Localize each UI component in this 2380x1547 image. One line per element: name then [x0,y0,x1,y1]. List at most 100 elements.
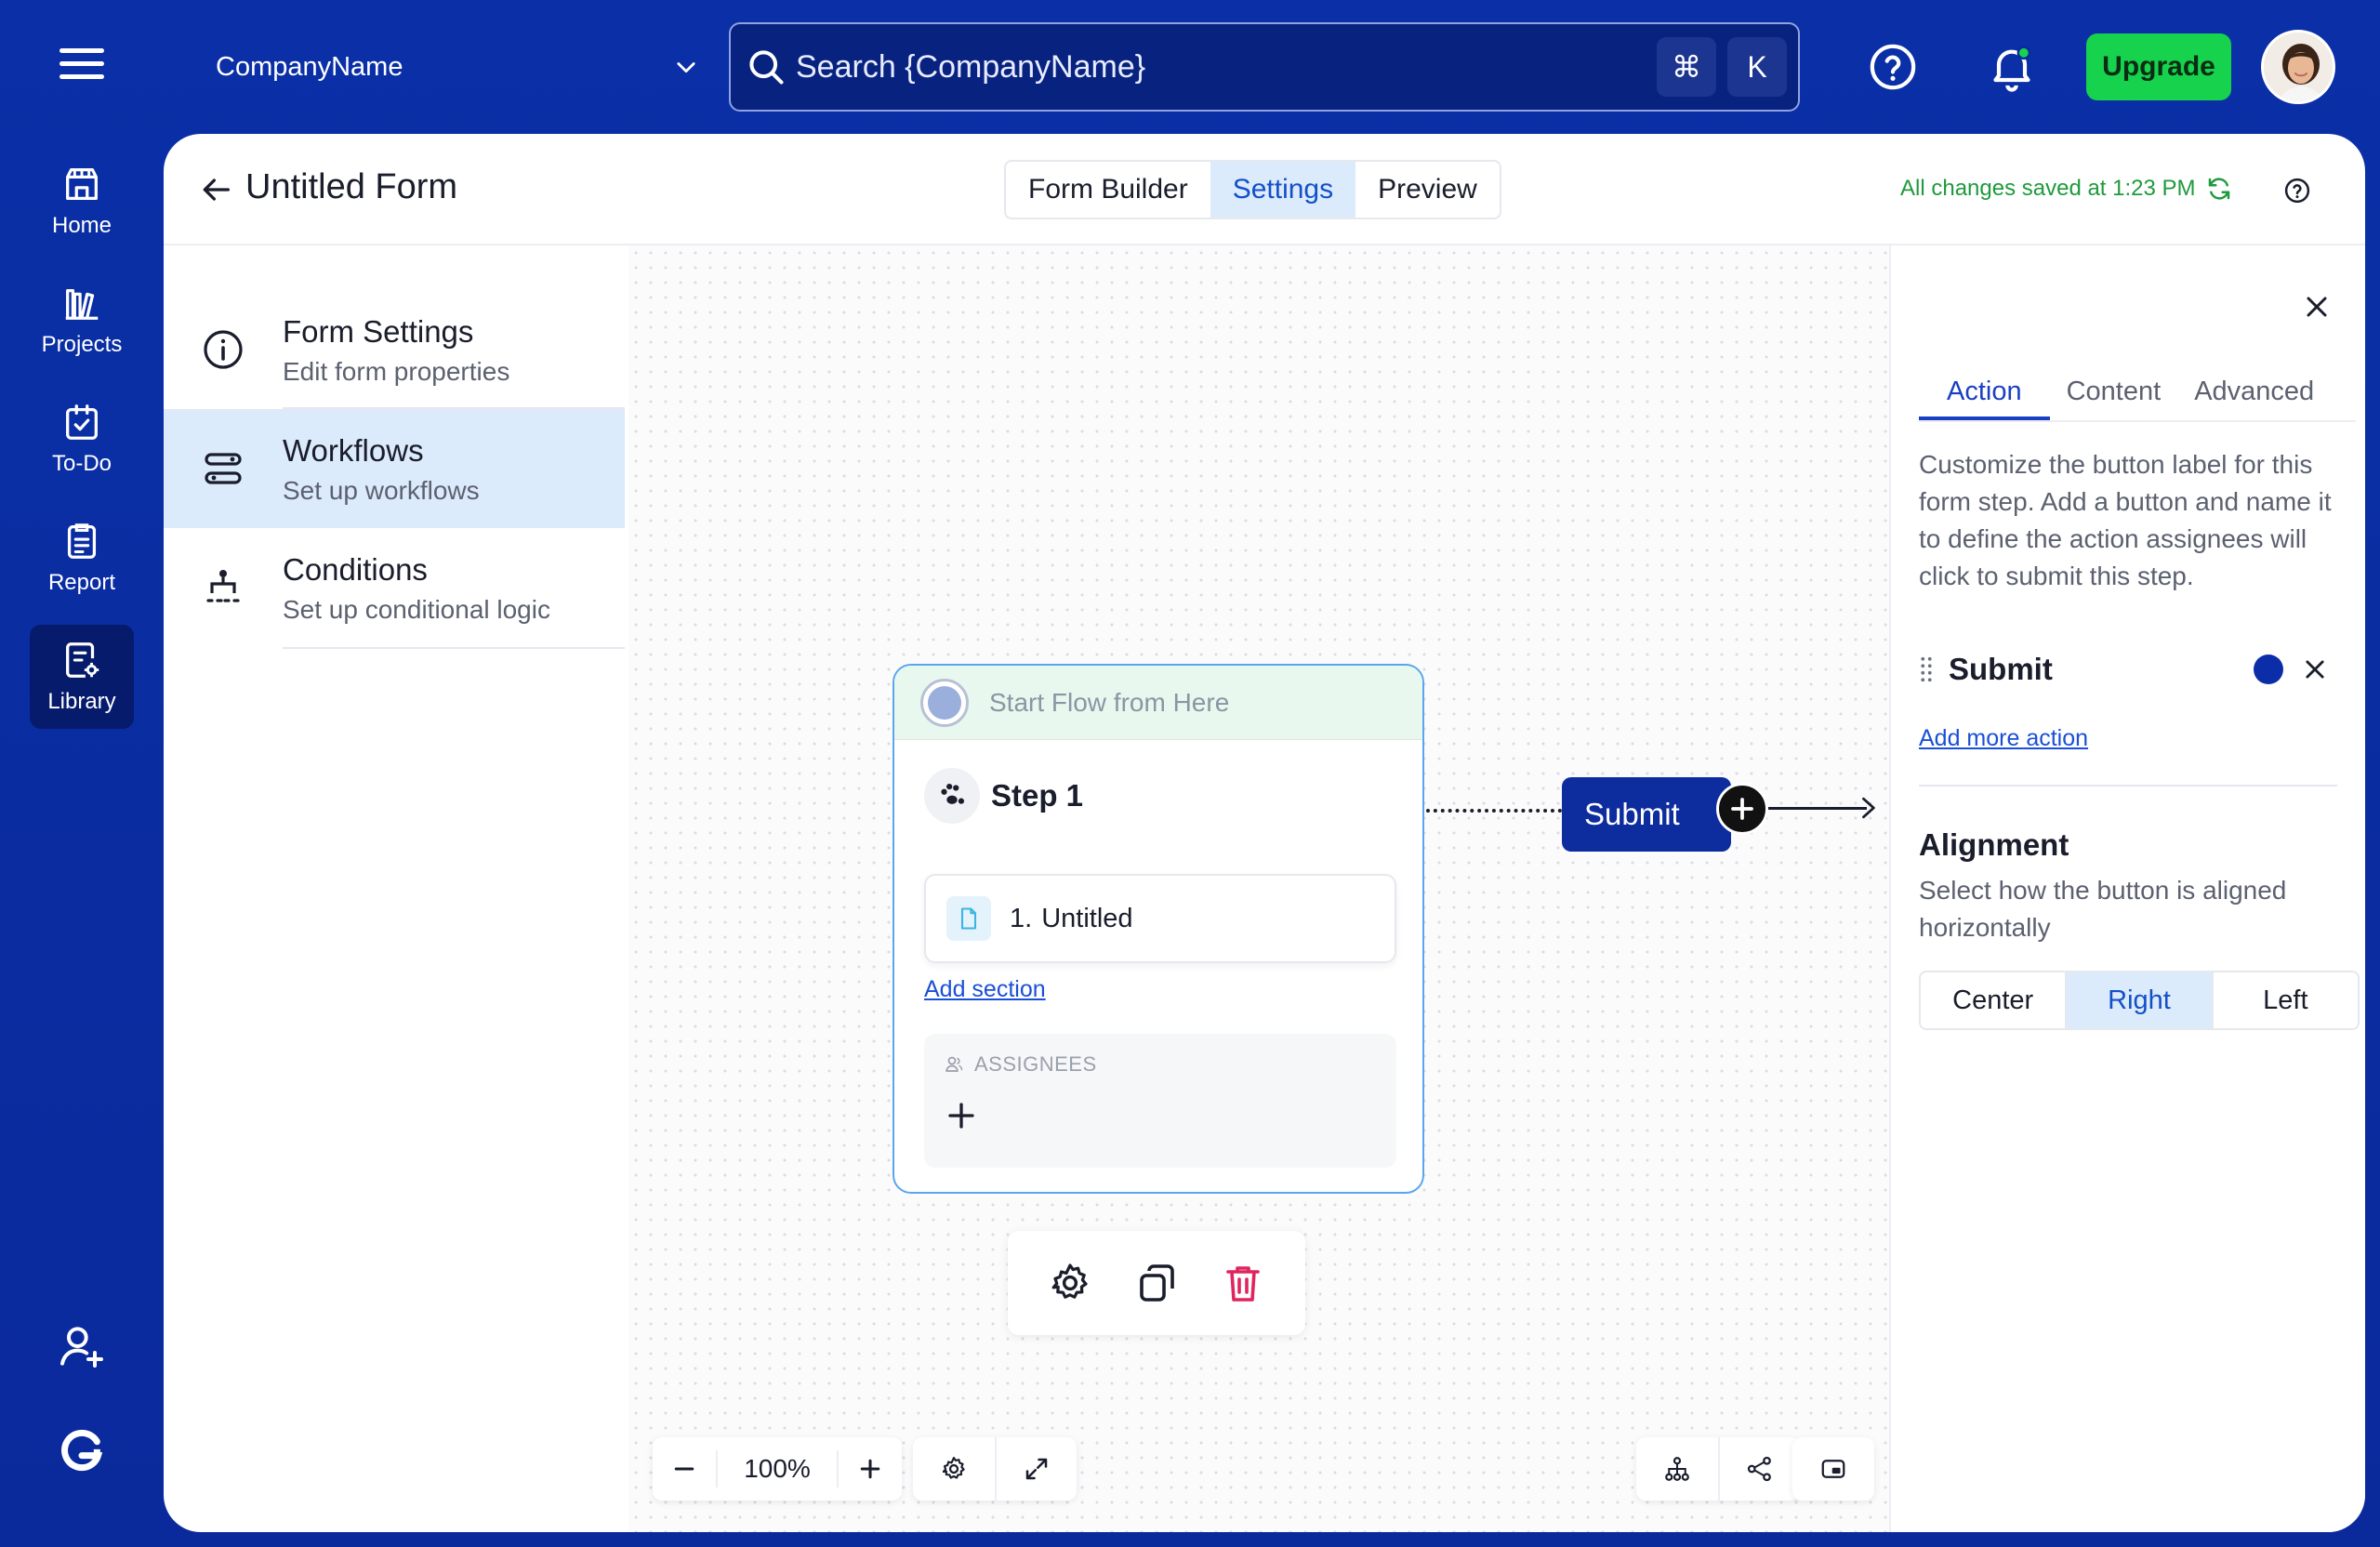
share-nodes-icon[interactable] [1718,1437,1800,1501]
tab-content[interactable]: Content [2050,366,2178,420]
minimap-tools [1792,1437,1874,1501]
menu-icon[interactable] [60,48,104,86]
arrow-head-icon [1862,797,1875,819]
assignees-header: ASSIGNEES [943,1052,1097,1077]
tab-settings[interactable]: Settings [1210,162,1356,218]
remove-action-icon[interactable] [2302,656,2328,682]
projects-icon [65,288,99,320]
paw-icon [924,768,980,824]
align-left-option[interactable]: Left [2211,972,2358,1028]
fullscreen-icon[interactable] [995,1437,1077,1501]
conditions-icon [206,570,240,602]
tab-action[interactable]: Action [1919,366,2050,420]
user-avatar[interactable] [2261,30,2335,104]
upgrade-button[interactable]: Upgrade [2086,33,2231,100]
properties-panel: Action Content Advanced Customize the bu… [1889,245,2365,1532]
settings-nav-workflows[interactable]: Workflows Set up workflows [164,409,625,528]
connector-dotted [1426,809,1562,813]
start-flow-label: Start Flow from Here [989,687,1230,717]
save-status-text: All changes saved at 1:23 PM [1900,176,2196,201]
main-panel: Untitled Form Form Builder Settings Prev… [164,134,2365,1532]
close-icon[interactable] [2300,290,2334,324]
action-description: Customize the button label for this form… [1919,450,2332,590]
document-icon [946,896,991,941]
rail-label: Report [47,570,116,595]
form-title: Untitled Form [245,167,458,206]
delete-icon[interactable] [1219,1259,1267,1307]
report-icon [67,523,97,559]
zoom-in-icon[interactable] [839,1437,902,1501]
connector-arrow-line [1768,807,1867,810]
kbd-command: ⌘ [1657,37,1716,97]
rail-label: Projects [41,332,123,357]
alignment-selector: Center Right Left [1919,971,2360,1030]
assignees-box: ASSIGNEES [924,1034,1396,1168]
assignees-label: ASSIGNEES [974,1052,1097,1076]
start-node-radio[interactable] [920,678,969,727]
chevron-down-icon [677,62,695,73]
search-icon [749,50,784,85]
search-input[interactable] [796,48,1657,86]
notification-bell-icon[interactable] [1986,41,2038,93]
zoom-level: 100% [716,1450,839,1488]
settings-nav-conditions[interactable]: Conditions Set up conditional logic [164,528,625,647]
zoom-out-icon[interactable] [653,1437,716,1501]
nav-subtitle: Edit form properties [283,357,510,386]
action-name[interactable]: Submit [1949,652,2254,687]
library-icon [66,642,99,678]
rail-item-todo[interactable]: To-Do [30,387,134,491]
form-header: Untitled Form Form Builder Settings Prev… [164,134,2365,245]
action-row: Submit [1919,643,2328,695]
back-arrow-icon[interactable] [197,171,234,208]
alignment-title: Alignment [1919,827,2069,862]
view-tabs: Form Builder Settings Preview [1004,160,1501,219]
save-status: All changes saved at 1:23 PM [1900,175,2233,203]
workflow-icon [205,453,242,484]
rail-item-home[interactable]: Home [30,149,134,253]
canvas-settings-icon[interactable] [913,1437,995,1501]
submit-action-node[interactable]: Submit [1562,777,1731,852]
sync-icon[interactable] [2205,175,2233,203]
layout-tools [1636,1437,1800,1501]
help-icon[interactable] [2283,177,2311,205]
rail-item-report[interactable]: Report [30,506,134,610]
nav-title: Workflows [283,433,424,468]
brand-logo-icon [56,1424,108,1476]
minimap-icon[interactable] [1792,1437,1874,1501]
properties-tabs: Action Content Advanced [1919,366,2356,422]
tab-preview[interactable]: Preview [1355,162,1500,218]
hierarchy-layout-icon[interactable] [1636,1437,1718,1501]
rail-item-library[interactable]: Library [30,625,134,729]
divider [1919,785,2337,787]
company-switcher[interactable]: CompanyName [216,48,699,86]
align-center-option[interactable]: Center [1921,972,2065,1028]
step-toolbar [1008,1231,1305,1335]
rail-label: To-Do [51,451,112,476]
alignment-description: Select how the button is aligned horizon… [1919,876,2287,942]
duplicate-icon[interactable] [1132,1259,1181,1307]
action-color-swatch[interactable] [2254,654,2283,684]
search-bar[interactable]: ⌘ K [729,22,1800,112]
start-flow-header: Start Flow from Here [894,666,1422,740]
add-user-icon[interactable] [56,1320,108,1372]
add-section-link[interactable]: Add section [924,976,1046,1003]
settings-nav-form-settings[interactable]: Form Settings Edit form properties [164,290,625,409]
nav-title: Form Settings [283,314,474,349]
step-card[interactable]: Start Flow from Here Step 1 1. Untitled … [892,664,1424,1194]
tab-advanced[interactable]: Advanced [2177,366,2331,420]
gear-icon[interactable] [1046,1259,1094,1307]
drag-handle-icon[interactable] [1919,655,1934,683]
kbd-k: K [1727,37,1787,97]
align-right-option[interactable]: Right [2065,972,2212,1028]
tab-form-builder[interactable]: Form Builder [1006,162,1210,218]
add-more-action-link[interactable]: Add more action [1919,725,2088,752]
step-title-text: Step 1 [991,778,1084,813]
help-icon[interactable] [1867,41,1919,93]
add-node-plus-icon[interactable] [1716,783,1768,835]
home-icon [66,168,98,200]
section-item[interactable]: 1. Untitled [924,874,1396,963]
rail-item-projects[interactable]: Projects [30,268,134,372]
canvas-view-tools [913,1437,1077,1501]
add-assignee-icon[interactable] [945,1099,978,1132]
nav-title: Conditions [283,552,428,587]
